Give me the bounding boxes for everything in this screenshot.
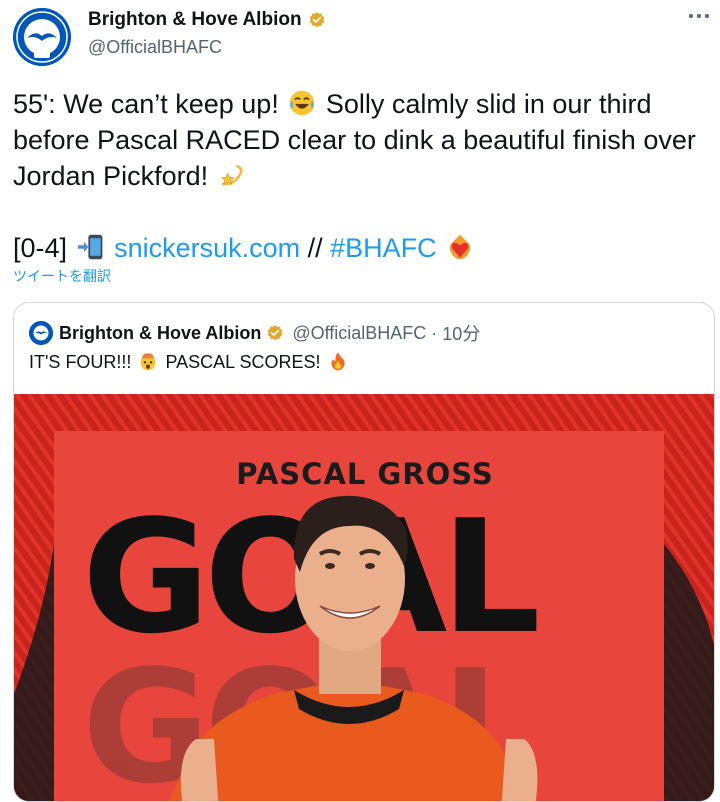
author-handle[interactable]: @OfficialBHAFC bbox=[88, 36, 326, 58]
author-name-text[interactable]: Brighton & Hove Albion bbox=[88, 9, 302, 31]
sponsor-link[interactable]: snickersuk.com bbox=[114, 233, 300, 263]
tweet-text-segment: 55': We can’t keep up! bbox=[13, 89, 279, 119]
tweet-card: Brighton & Hove Albion @OfficialBHAFC 55… bbox=[0, 0, 720, 802]
exploding-head-emoji-icon bbox=[140, 353, 156, 371]
quoted-text-segment: PASCAL SCORES! bbox=[165, 352, 321, 372]
more-dot-icon bbox=[689, 14, 693, 18]
tweet-line-3: Jordan Pickford! bbox=[13, 158, 713, 194]
tears-of-joy-emoji-icon bbox=[290, 90, 315, 116]
tweet-text-segment: Jordan Pickford! bbox=[13, 161, 209, 191]
hashtag-link[interactable]: #BHAFC bbox=[330, 233, 437, 263]
tweet-text-segment: Solly calmly slid in our third bbox=[325, 89, 652, 119]
more-options-button[interactable] bbox=[686, 6, 712, 26]
brighton-crest-icon bbox=[29, 321, 53, 345]
quoted-dot-separator: · bbox=[431, 322, 438, 343]
translate-tweet-link[interactable]: ツイートを翻訳 bbox=[13, 266, 111, 286]
brighton-crest-icon bbox=[13, 8, 71, 66]
tweet-text: 55': We can’t keep up! Solly calmly slid… bbox=[13, 86, 713, 266]
player-photo bbox=[169, 495, 538, 801]
tweet-author: Brighton & Hove Albion @OfficialBHAFC bbox=[88, 9, 326, 58]
quoted-text-segment: IT'S FOUR!!! bbox=[29, 352, 132, 372]
separator-text: // bbox=[307, 233, 323, 263]
tweet-line-2: before Pascal RACED clear to dink a beau… bbox=[13, 125, 696, 155]
verified-badge-icon bbox=[267, 325, 283, 341]
more-dot-icon bbox=[705, 14, 709, 18]
quoted-timestamp: 10分 bbox=[442, 324, 481, 344]
quoted-tweet-header: Brighton & Hove Albion @OfficialBHAFC · … bbox=[29, 320, 480, 346]
tweet-line-5: [0-4] snickersuk.com // #BHAFC bbox=[13, 230, 713, 266]
score-text: [0-4] bbox=[13, 233, 68, 263]
quoted-tweet-text: IT'S FOUR!!! PASCAL SCORES! bbox=[29, 351, 350, 373]
tweet-line-1: 55': We can’t keep up! Solly calmly slid… bbox=[13, 86, 713, 122]
heart-on-fire-emoji-icon bbox=[450, 234, 471, 260]
quoted-author-handle: @OfficialBHAFC bbox=[292, 322, 427, 343]
quoted-author-name: Brighton & Hove Albion bbox=[59, 322, 262, 343]
quoted-tweet[interactable]: Brighton & Hove Albion @OfficialBHAFC · … bbox=[13, 302, 715, 802]
fire-emoji-icon bbox=[330, 352, 345, 371]
dizzy-star-emoji-icon bbox=[220, 164, 243, 186]
mobile-phone-arrow-emoji-icon bbox=[77, 234, 102, 260]
author-name[interactable]: Brighton & Hove Albion bbox=[88, 9, 326, 31]
quoted-avatar bbox=[29, 321, 53, 345]
verified-badge-icon bbox=[309, 12, 324, 28]
quoted-media-image[interactable]: PASCAL GROSS GOAL GOAL bbox=[14, 394, 714, 801]
more-dot-icon bbox=[697, 14, 701, 18]
avatar[interactable] bbox=[13, 8, 71, 66]
